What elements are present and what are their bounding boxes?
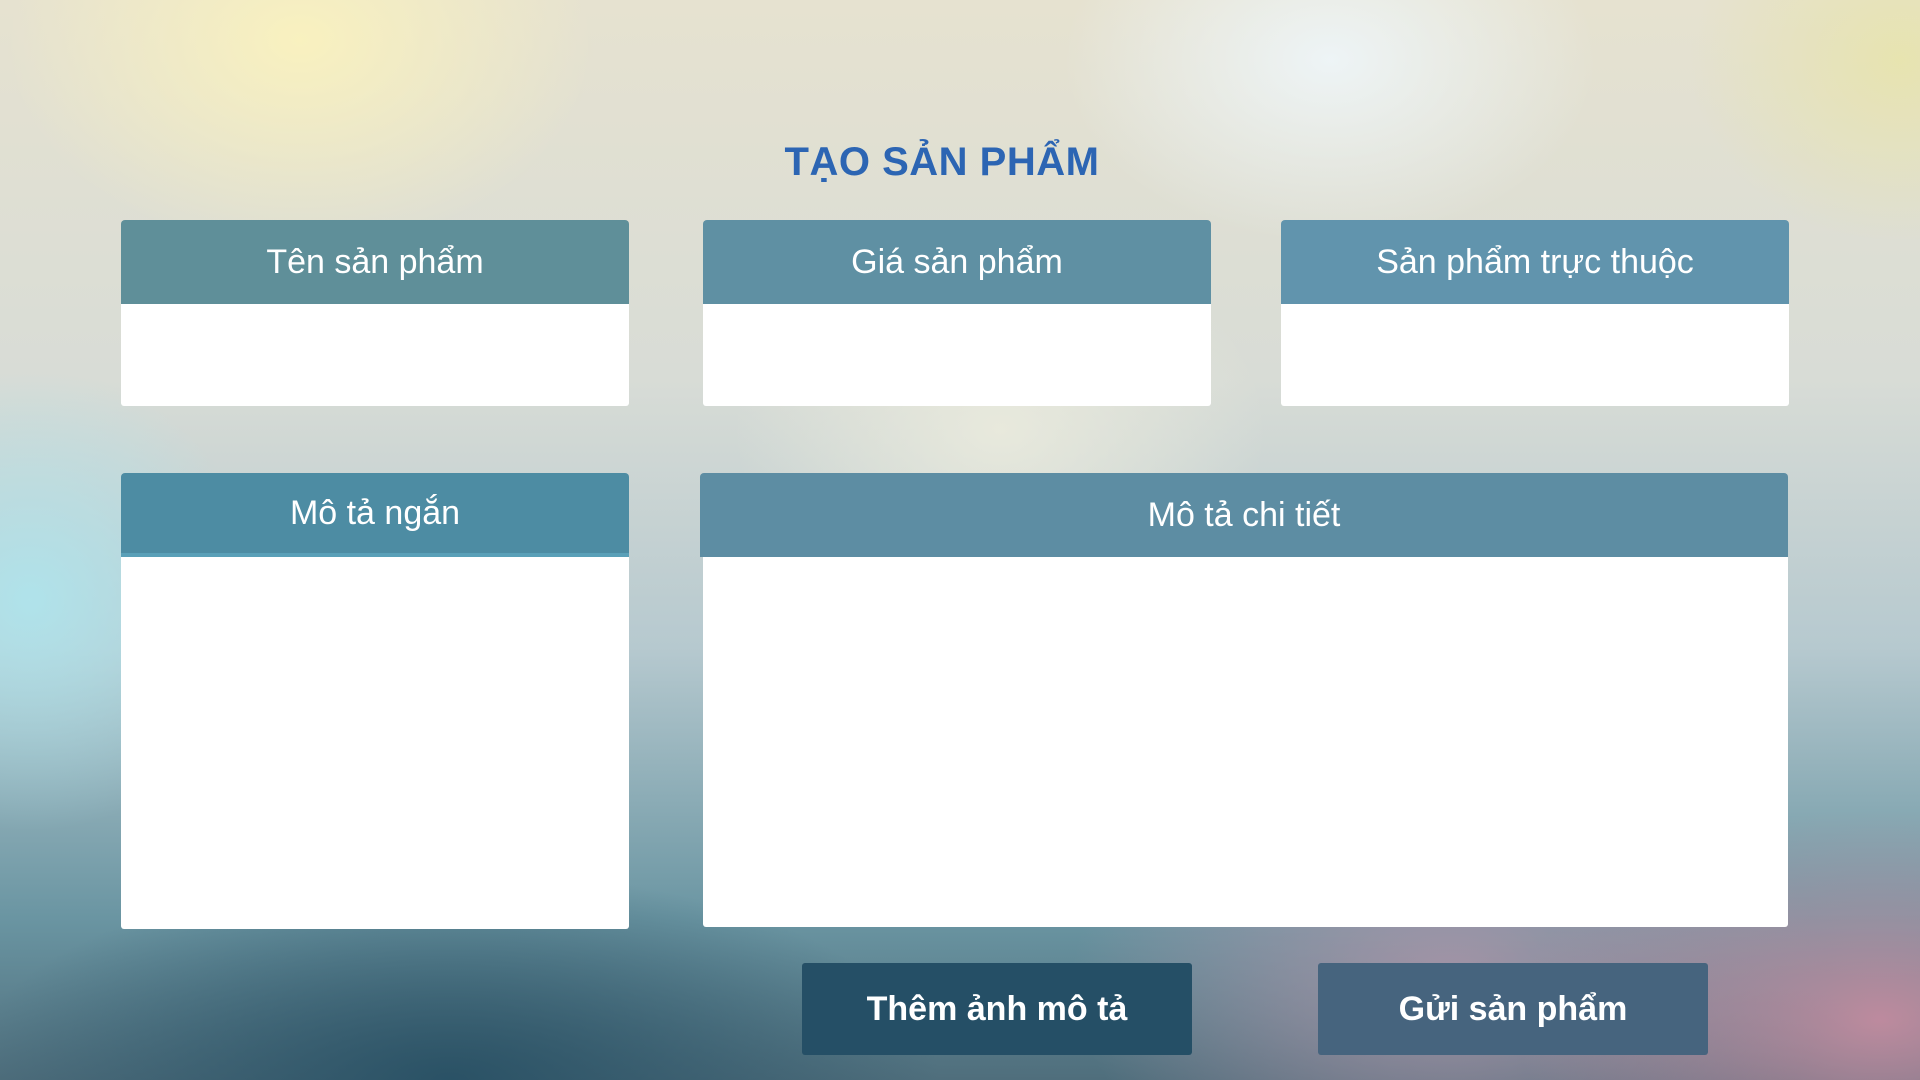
short-description-textarea[interactable]	[121, 557, 629, 929]
product-name-input[interactable]	[121, 304, 629, 406]
product-name-field: Tên sản phẩm	[121, 220, 629, 406]
add-image-button[interactable]: Thêm ảnh mô tả	[802, 963, 1192, 1055]
detail-description-textarea[interactable]	[703, 557, 1788, 927]
product-price-label: Giá sản phẩm	[703, 220, 1211, 304]
short-description-field: Mô tả ngắn	[121, 473, 629, 929]
detail-description-label: Mô tả chi tiết	[700, 473, 1788, 557]
submit-product-button[interactable]: Gửi sản phẩm	[1318, 963, 1708, 1055]
product-price-field: Giá sản phẩm	[703, 220, 1211, 406]
page-title: TẠO SẢN PHẨM	[784, 140, 1100, 184]
short-description-label: Mô tả ngắn	[121, 473, 629, 557]
product-price-input[interactable]	[703, 304, 1211, 406]
parent-product-label: Sản phẩm trực thuộc	[1281, 220, 1789, 304]
parent-product-input[interactable]	[1281, 304, 1789, 406]
detail-description-field: Mô tả chi tiết	[700, 473, 1788, 927]
product-name-label: Tên sản phẩm	[121, 220, 629, 304]
parent-product-field: Sản phẩm trực thuộc	[1281, 220, 1789, 406]
